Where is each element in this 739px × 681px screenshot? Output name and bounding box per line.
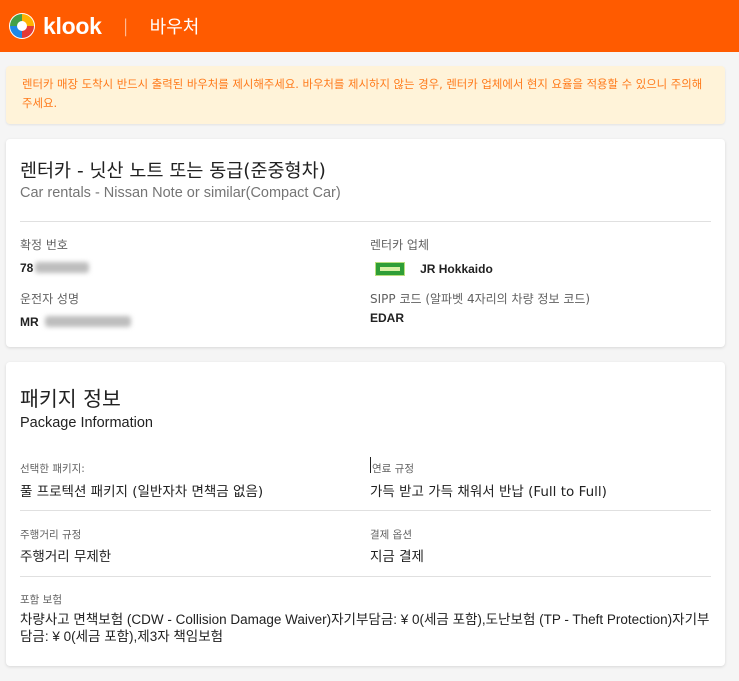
rental-vendor: JR Hokkaido [375,258,493,277]
driver-name-label: 운전자 성명 [20,292,80,306]
confirmation-number-label: 확정 번호 [20,238,68,252]
voucher-notice-alert: 렌터카 매장 도착시 반드시 출력된 바우처를 제시해주세요. 바우처를 제시하… [6,66,725,124]
mileage-policy-value: 주행거리 무제한 [20,549,112,565]
mileage-policy-label: 주행거리 규정 [20,529,82,541]
rental-vendor-name: JR Hokkaido [420,262,493,276]
driver-name-value: MR [20,315,39,329]
booking-details-card: 렌터카 - 닛산 노트 또는 동급(준중형차) Car rentals - Ni… [6,139,725,347]
package-subtitle: Package Information [20,415,153,431]
klook-logo-text[interactable]: klook [43,13,102,40]
app-header: klook | 바우처 [0,0,739,52]
divider [20,221,711,222]
included-insurance-value: 차량사고 면책보험 (CDW - Collision Damage Waiver… [20,612,710,644]
text-cursor [370,457,371,473]
fuel-policy-label: 연료 규정 [372,463,414,475]
divider [20,510,711,511]
klook-logo-icon[interactable] [8,12,36,40]
booking-subtitle: Car rentals - Nissan Note or similar(Com… [20,185,341,201]
page-title: 바우처 [149,17,200,38]
sipp-code-label: SIPP 코드 (알파벳 4자리의 차량 정보 코드) [370,292,591,306]
selected-package-label: 선택한 패키지: [20,463,85,475]
booking-title: 렌터카 - 닛산 노트 또는 동급(준중형차) [20,161,326,182]
sipp-code-value: EDAR [370,311,405,325]
confirmation-number: 78 [20,257,90,276]
vendor-logo-icon [375,261,405,276]
divider [20,576,711,577]
redacted-text [44,316,131,327]
header-separator: | [122,15,129,37]
package-title: 패키지 정보 [20,387,121,411]
payment-option-label: 결제 옵션 [370,529,412,541]
included-insurance-label: 포함 보험 [20,594,62,606]
payment-option-value: 지금 결제 [370,549,424,565]
confirmation-number-value: 78 [20,261,34,275]
driver-name: MR [20,311,131,330]
rental-vendor-label: 렌터카 업체 [370,238,430,252]
package-info-card: 패키지 정보 Package Information 선택한 패키지: 풀 프로… [6,362,725,666]
redacted-text [35,262,90,273]
fuel-policy-value: 가득 받고 가득 채워서 반납 (Full to Full) [370,484,607,500]
selected-package-value: 풀 프로텍션 패키지 (일반자차 면책금 없음) [20,484,264,500]
